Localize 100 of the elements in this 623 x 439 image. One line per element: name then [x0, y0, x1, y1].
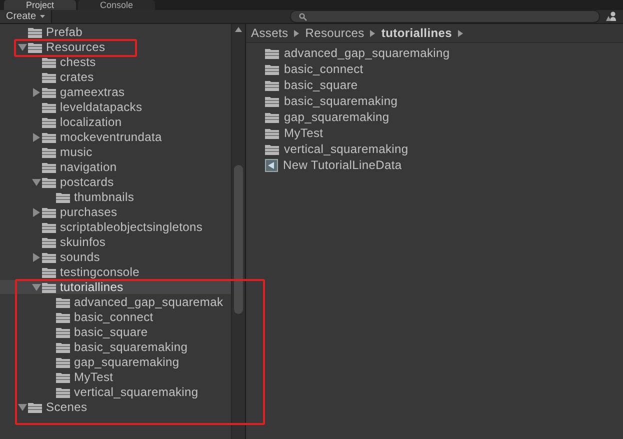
tree-row[interactable]: basic_squaremaking: [44, 340, 190, 354]
caret-down-icon[interactable]: [32, 284, 40, 290]
breadcrumb-link[interactable]: Resources: [305, 26, 364, 40]
folder-icon: [265, 48, 279, 58]
scrollbar-thumb[interactable]: [234, 165, 243, 314]
folder-icon: [56, 372, 70, 382]
folder-name: Prefab: [46, 25, 83, 39]
tree-row[interactable]: scriptableobjectsingletons: [30, 220, 205, 234]
tree-row[interactable]: sounds: [30, 250, 102, 264]
tree-row[interactable]: mockeventrundata: [30, 130, 164, 144]
tree-row[interactable]: gap_squaremaking: [44, 355, 182, 369]
caret-down-icon[interactable]: [18, 404, 26, 410]
tree-row[interactable]: gameextras: [30, 85, 127, 99]
folder-icon: [42, 222, 56, 232]
tree-row[interactable]: Scenes: [16, 400, 90, 414]
folder-name[interactable]: vertical_squaremaking: [284, 142, 408, 156]
folder-icon: [265, 64, 279, 74]
folder-name: crates: [60, 70, 94, 84]
folder-name[interactable]: advanced_gap_squaremaking: [284, 46, 450, 60]
folder-name: Resources: [46, 40, 106, 54]
folder-icon: [56, 342, 70, 352]
tree-row[interactable]: leveldatapacks: [30, 100, 144, 114]
search-icon: [299, 12, 307, 20]
panel-tab[interactable]: Project: [4, 0, 76, 10]
folder-name: Scenes: [46, 400, 88, 414]
tree-row[interactable]: postcards: [30, 175, 116, 189]
tree-row[interactable]: basic_square: [44, 325, 150, 339]
create-button[interactable]: Create: [0, 10, 52, 23]
caret-right-icon[interactable]: [32, 88, 40, 96]
tree-row[interactable]: skuinfos: [30, 235, 108, 249]
caret-down-icon: [40, 15, 46, 18]
folder-icon: [42, 72, 56, 82]
folder-name: scriptableobjectsingletons: [60, 220, 203, 234]
tree-row[interactable]: basic_connect: [44, 310, 156, 324]
folder-icon: [265, 128, 279, 138]
tree-row[interactable]: vertical_squaremaking: [44, 385, 200, 399]
tree-row[interactable]: music: [30, 145, 94, 159]
caret-right-icon[interactable]: [32, 132, 40, 142]
folder-icon: [56, 386, 70, 398]
folder-icon: [56, 296, 70, 308]
panel-tab[interactable]: Console: [78, 0, 156, 10]
caret-right-icon: [294, 30, 300, 36]
folder-name: basic_square: [74, 325, 148, 339]
tree-row[interactable]: Prefab: [16, 25, 85, 39]
folder-name[interactable]: basic_square: [284, 78, 358, 92]
tree-row[interactable]: navigation: [30, 160, 119, 174]
folder-name: navigation: [60, 160, 117, 174]
folder-icon: [42, 266, 56, 278]
folder-name: leveldatapacks: [60, 100, 142, 114]
folder-icon: [56, 312, 70, 322]
tree-row[interactable]: thumbnails: [44, 190, 136, 204]
folder-icon: [28, 26, 42, 38]
breadcrumb-link[interactable]: tutoriallines: [381, 26, 452, 40]
folder-icon: [265, 80, 279, 90]
folder-name: chests: [60, 55, 96, 69]
tree-row[interactable]: crates: [30, 70, 96, 84]
folder-name: gap_squaremaking: [74, 355, 180, 369]
folder-icon: [42, 132, 56, 142]
folder-icon: [56, 356, 70, 368]
folder-icon: [42, 56, 56, 68]
tree-row[interactable]: purchases: [30, 205, 120, 219]
tree-row[interactable]: MyTest: [44, 370, 116, 384]
person-filter-icon[interactable]: [606, 11, 617, 22]
folder-name: thumbnails: [74, 190, 134, 204]
folder-icon: [265, 144, 279, 154]
search-field[interactable]: [290, 10, 600, 23]
folder-name: basic_squaremaking: [74, 340, 188, 354]
folder-name: postcards: [60, 175, 114, 189]
folder-name[interactable]: MyTest: [284, 126, 324, 140]
folder-name[interactable]: gap_squaremaking: [284, 110, 390, 124]
folder-icon: [28, 42, 42, 52]
tree-row[interactable]: advanced_gap_squaremak: [44, 295, 226, 309]
folder-icon: [42, 162, 56, 172]
tree-row[interactable]: localization: [30, 115, 124, 129]
folder-icon: [265, 96, 279, 106]
folder-icon: [42, 102, 56, 112]
tree-row[interactable]: Resources: [16, 40, 108, 54]
folder-icon: [42, 236, 56, 248]
caret-right-icon: [370, 30, 376, 36]
document-icon: [265, 158, 278, 172]
folder-icon: [42, 206, 56, 218]
folder-name[interactable]: basic_connect: [284, 62, 364, 76]
folder-name[interactable]: basic_squaremaking: [284, 94, 398, 108]
selected-row-highlight[interactable]: tutoriallines: [0, 280, 231, 294]
caret-down-icon[interactable]: [18, 44, 26, 50]
folder-name: testingconsole: [60, 265, 140, 279]
caret-right-icon[interactable]: [32, 208, 40, 216]
caret-right-icon[interactable]: [32, 252, 40, 262]
folder-name: sounds: [60, 250, 100, 264]
scrollbar[interactable]: [231, 24, 245, 439]
caret-down-icon[interactable]: [32, 178, 40, 186]
folder-icon: [56, 192, 70, 202]
folder-name: basic_connect: [74, 310, 154, 324]
breadcrumb-link[interactable]: Assets: [251, 26, 288, 40]
tree-row[interactable]: testingconsole: [30, 265, 142, 279]
scroll-up-arrow-icon[interactable]: [235, 27, 242, 32]
asset-name[interactable]: New TutorialLineData: [283, 158, 402, 172]
folder-icon: [42, 282, 56, 292]
folder-icon: [265, 112, 279, 122]
tree-row[interactable]: chests: [30, 55, 98, 69]
